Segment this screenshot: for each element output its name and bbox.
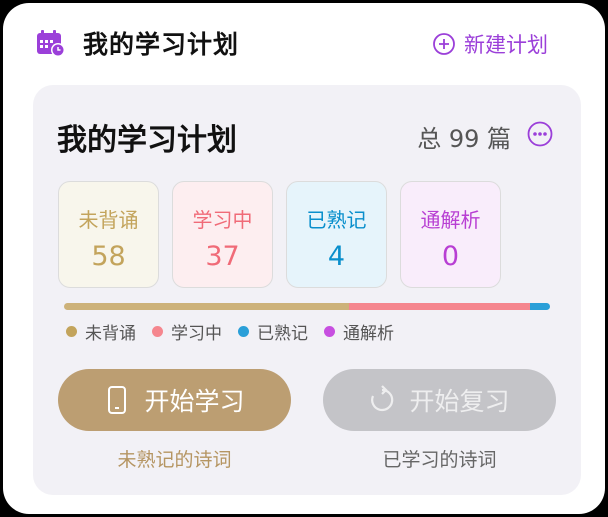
legend-dot bbox=[238, 326, 249, 337]
legend-label: 未背诵 bbox=[85, 324, 136, 344]
add-circle-icon bbox=[433, 33, 455, 55]
card-title: 我的学习计划 bbox=[57, 123, 237, 158]
more-icon[interactable] bbox=[527, 121, 553, 147]
plan-panel: 我的学习计划 新建计划 我的学习计划 总 99 篇 未背诵 58 学习中 37 … bbox=[3, 3, 605, 514]
phone-icon bbox=[108, 386, 127, 414]
total-count: 总 99 篇 bbox=[417, 125, 511, 153]
legend-dot bbox=[152, 326, 163, 337]
progress-segment-learning bbox=[348, 303, 531, 310]
stat-value: 0 bbox=[441, 241, 460, 272]
refresh-icon bbox=[371, 385, 394, 412]
stat-label: 已熟记 bbox=[306, 208, 367, 232]
stat-mastered[interactable]: 已熟记 4 bbox=[286, 181, 387, 288]
legend: 未背诵 学习中 已熟记 通解析 bbox=[66, 319, 394, 344]
stat-learning[interactable]: 学习中 37 bbox=[172, 181, 273, 288]
legend-dot bbox=[66, 326, 77, 337]
stat-analyzed[interactable]: 通解析 0 bbox=[400, 181, 501, 288]
stat-not-recited[interactable]: 未背诵 58 bbox=[58, 181, 159, 288]
legend-item: 通解析 bbox=[324, 319, 394, 344]
legend-label: 已熟记 bbox=[257, 324, 308, 344]
calendar-icon bbox=[37, 30, 65, 57]
stat-label: 通解析 bbox=[420, 208, 481, 232]
start-review-label: 开始复习 bbox=[409, 387, 510, 416]
new-plan-button[interactable]: 新建计划 bbox=[432, 29, 548, 59]
start-review-button[interactable]: 开始复习 bbox=[323, 369, 556, 431]
progress-segment-not-recited bbox=[64, 303, 349, 310]
progress-bar bbox=[64, 303, 550, 310]
legend-item: 已熟记 bbox=[238, 319, 308, 344]
stat-value: 37 bbox=[205, 241, 240, 272]
legend-label: 通解析 bbox=[343, 324, 394, 344]
progress-segment-mastered bbox=[530, 303, 550, 310]
start-subtitle: 未熟记的诗词 bbox=[117, 449, 232, 471]
review-subtitle: 已学习的诗词 bbox=[382, 449, 497, 471]
stat-value: 4 bbox=[327, 241, 346, 272]
stat-value: 58 bbox=[91, 241, 126, 272]
legend-label: 学习中 bbox=[171, 324, 222, 344]
stat-label: 学习中 bbox=[192, 208, 253, 232]
plan-card: 我的学习计划 总 99 篇 未背诵 58 学习中 37 已熟记 4 通解析 0 bbox=[33, 85, 581, 495]
legend-item: 未背诵 bbox=[66, 319, 136, 344]
header-title: 我的学习计划 bbox=[83, 30, 240, 59]
start-learning-button[interactable]: 开始学习 bbox=[58, 369, 291, 431]
legend-item: 学习中 bbox=[152, 319, 222, 344]
start-learning-label: 开始学习 bbox=[144, 387, 245, 416]
new-plan-label: 新建计划 bbox=[464, 33, 548, 57]
stat-label: 未背诵 bbox=[78, 208, 139, 232]
legend-dot bbox=[324, 326, 335, 337]
